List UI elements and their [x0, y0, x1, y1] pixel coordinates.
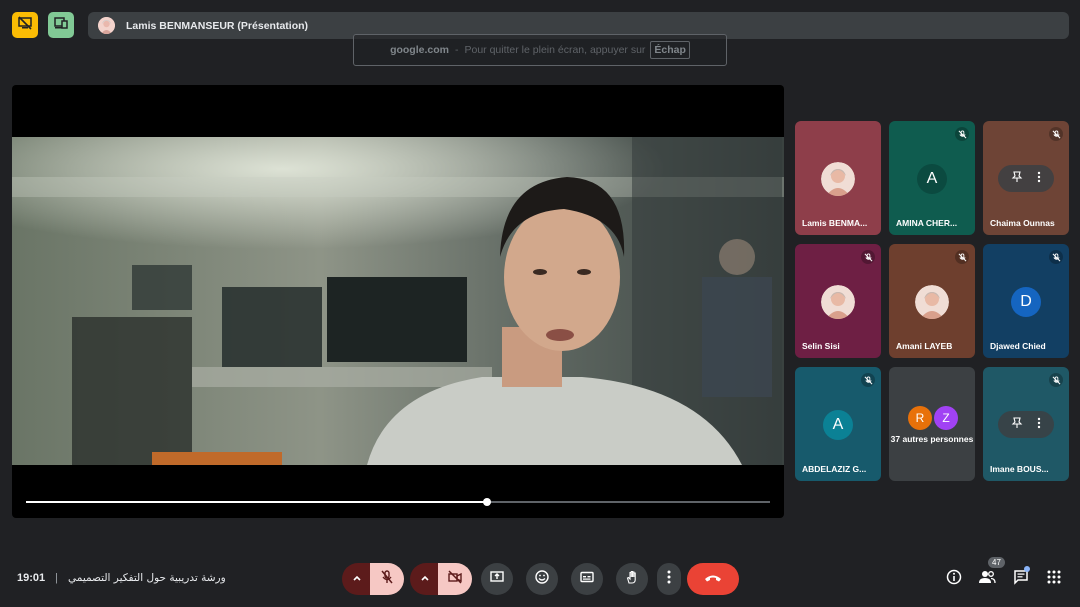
participant-name: Djawed Chied: [990, 341, 1046, 351]
video-seek-progress: [26, 501, 488, 503]
more-options-button[interactable]: [657, 563, 681, 595]
chat-button[interactable]: [1011, 569, 1031, 589]
participant-name: ABDELAZIZ G...: [802, 464, 867, 474]
avatar: A: [823, 410, 853, 440]
raise-hand-button[interactable]: [616, 563, 648, 595]
stop-present-icon: [17, 15, 33, 36]
participant-name: Imane BOUS...: [990, 464, 1049, 474]
mic-off-icon: [955, 127, 969, 141]
emoji-icon: [535, 569, 549, 589]
stop-presenting-button[interactable]: [12, 12, 38, 38]
avatar: [915, 285, 949, 319]
mic-off-icon: [1049, 373, 1063, 387]
avatar: D: [1011, 287, 1041, 317]
mic-off-icon: [380, 569, 394, 589]
toast-message: Pour quitter le plein écran, appuyer sur: [464, 44, 646, 56]
microphone-toggle-button[interactable]: [370, 563, 404, 595]
chat-notification-dot: [1024, 566, 1030, 572]
mic-off-icon: [861, 250, 875, 264]
info-icon: [946, 569, 962, 590]
more-vert-icon[interactable]: [1037, 416, 1041, 434]
participant-tile[interactable]: Selin Sisi: [795, 244, 881, 358]
meeting-title: ورشة تدريبية حول التفكير التصميمي: [68, 572, 226, 584]
participant-name: Lamis BENMA...: [802, 218, 868, 228]
participant-tile[interactable]: A ABDELAZIZ G...: [795, 367, 881, 481]
people-icon: [978, 569, 996, 590]
leave-call-button[interactable]: [687, 563, 739, 595]
participant-tile[interactable]: Imane BOUS...: [983, 367, 1069, 481]
present-screen-button[interactable]: [481, 563, 513, 595]
meeting-info: 19:01 | ورشة تدريبية حول التفكير التصميم…: [17, 572, 226, 584]
activities-button[interactable]: [1044, 569, 1064, 589]
participant-tile[interactable]: Amani LAYEB: [889, 244, 975, 358]
participant-tile[interactable]: Chaima Ounnas: [983, 121, 1069, 235]
change-layout-button[interactable]: [48, 12, 74, 38]
more-vert-icon: [667, 570, 671, 589]
meeting-details-button[interactable]: [944, 569, 964, 589]
apps-grid-icon: [1047, 570, 1061, 589]
avatar: A: [917, 164, 947, 194]
toast-key: Échap: [650, 41, 690, 59]
presenter-title: Lamis BENMANSEUR (Présentation): [126, 19, 309, 32]
hand-icon: [625, 570, 639, 589]
avatar: Z: [934, 406, 958, 430]
video-seek-handle[interactable]: [483, 498, 492, 506]
people-button[interactable]: [977, 569, 997, 589]
info-separator: |: [55, 572, 58, 584]
closed-captions-icon: [580, 570, 594, 589]
avatar: [821, 285, 855, 319]
chevron-up-icon: [420, 570, 430, 588]
participant-name: Selin Sisi: [802, 341, 840, 351]
mic-off-icon: [1049, 250, 1063, 264]
presented-video: [12, 137, 784, 465]
presentation-stage[interactable]: [12, 85, 784, 518]
pin-icon[interactable]: [1011, 416, 1023, 434]
avatar: [821, 162, 855, 196]
mic-off-icon: [861, 373, 875, 387]
chevron-up-icon: [352, 570, 362, 588]
reactions-button[interactable]: [526, 563, 558, 595]
mic-off-icon: [1049, 127, 1063, 141]
participant-name: AMINA CHER...: [896, 218, 958, 228]
devices-icon: [53, 15, 69, 36]
toast-separator: -: [454, 44, 459, 56]
overflow-avatars: RZ: [908, 406, 960, 430]
tile-controls[interactable]: [998, 411, 1054, 438]
call-end-icon: [704, 570, 722, 588]
participant-name: Chaima Ounnas: [990, 218, 1055, 228]
camera-options-button[interactable]: [410, 563, 440, 595]
captions-button[interactable]: [571, 563, 603, 595]
participant-tile[interactable]: D Djawed Chied: [983, 244, 1069, 358]
avatar: [98, 17, 115, 34]
participant-name: Amani LAYEB: [896, 341, 953, 351]
participant-tile[interactable]: R Z 37 autres personnes: [889, 367, 975, 481]
toast-domain: google.com: [390, 44, 449, 56]
present-screen-icon: [490, 570, 504, 589]
avatar: R: [908, 406, 932, 430]
fullscreen-toast: google.com - Pour quitter le plein écran…: [353, 34, 727, 66]
pin-icon[interactable]: [1011, 170, 1023, 188]
camera-toggle-button[interactable]: [438, 563, 472, 595]
participant-tile[interactable]: A AMINA CHER...: [889, 121, 975, 235]
clock-time: 19:01: [17, 572, 46, 584]
more-vert-icon[interactable]: [1037, 170, 1041, 188]
tile-controls[interactable]: [998, 165, 1054, 192]
mic-options-button[interactable]: [342, 563, 372, 595]
participant-tile[interactable]: Lamis BENMA...: [795, 121, 881, 235]
people-count-badge: 47: [988, 557, 1005, 568]
camera-off-icon: [448, 569, 462, 589]
mic-off-icon: [955, 250, 969, 264]
participant-name: 37 autres personnes: [890, 434, 974, 444]
